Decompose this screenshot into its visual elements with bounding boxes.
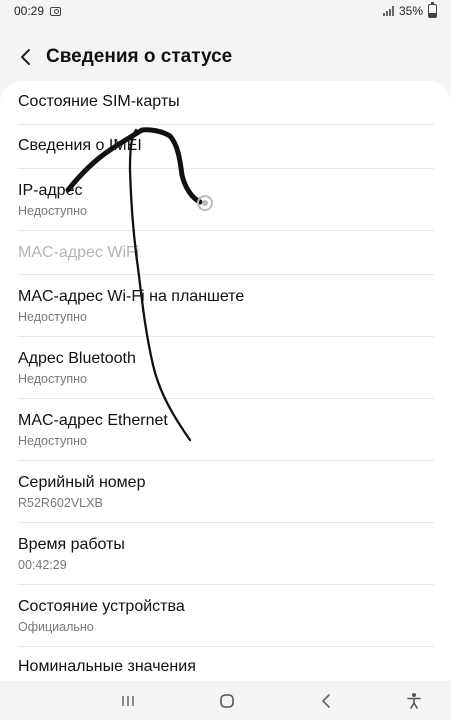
list-item-sim-status[interactable]: Состояние SIM-карты [18, 81, 434, 125]
list-item-title: Время работы [18, 536, 125, 553]
page-title: Сведения о статусе [46, 46, 233, 67]
list-item-title: Состояние SIM-карты [18, 93, 180, 110]
list-item-title: Серийный номер [18, 474, 146, 491]
list-item-tablet-wifi-mac: MAC-адрес Wi-Fi на планшете Недоступно [18, 275, 434, 337]
list-item-bluetooth-address: Адрес Bluetooth Недоступно [18, 337, 434, 399]
list-item-ethernet-mac: MAC-адрес Ethernet Недоступно [18, 399, 434, 461]
battery-icon [428, 2, 437, 18]
list-item-device-status[interactable]: Состояние устройства Официально [18, 585, 434, 647]
status-time: 00:29 [14, 4, 45, 18]
list-item-subtitle: Недоступно [18, 434, 87, 448]
list-item-ip-address: IP-адрес Недоступно [18, 169, 434, 231]
screenshot-icon [50, 6, 62, 16]
home-icon[interactable] [217, 691, 237, 711]
list-item-title: Номинальные значения [18, 658, 196, 675]
back-icon[interactable] [316, 691, 336, 711]
status-bar-left: 00:29 [14, 4, 62, 18]
navigation-bar [0, 683, 451, 720]
list-item-title: IP-адрес [18, 182, 83, 199]
list-item-subtitle: Официально [18, 620, 94, 634]
list-item-title: Сведения о IMEI [18, 137, 142, 154]
list-item-title: Адрес Bluetooth [18, 350, 136, 367]
list-item-imei[interactable]: Сведения о IMEI [18, 125, 434, 169]
accessibility-icon[interactable] [404, 691, 424, 711]
status-bar: 00:29 35% [0, 0, 451, 22]
list-item-subtitle: Недоступно [18, 204, 87, 218]
list-item-rated-values[interactable]: Номинальные значения [18, 647, 434, 681]
status-bar-right: 35% [382, 2, 437, 18]
list-item-title: MAC-адрес Ethernet [18, 412, 168, 429]
signal-icon [382, 6, 394, 16]
list-item-subtitle: Недоступно [18, 310, 87, 324]
chevron-left-icon[interactable] [14, 46, 36, 68]
list-item-title: MAC-адрес WiFi [18, 244, 140, 261]
settings-list: Состояние SIM-карты Сведения о IMEI IP-а… [0, 81, 451, 681]
header: Сведения о статусе [0, 38, 451, 76]
list-item-wifi-mac: MAC-адрес WiFi [18, 231, 434, 275]
list-item-subtitle: R52R602VLXB [18, 496, 103, 510]
list-item-subtitle: Недоступно [18, 372, 87, 386]
list-item-title: Состояние устройства [18, 598, 185, 615]
list-item-serial-number: Серийный номер R52R602VLXB [18, 461, 434, 523]
recents-icon[interactable] [118, 691, 138, 711]
battery-percent: 35% [398, 4, 423, 18]
list-item-title: MAC-адрес Wi-Fi на планшете [18, 288, 245, 305]
list-item-uptime: Время работы 00:42:29 [18, 523, 434, 585]
list-item-subtitle: 00:42:29 [18, 558, 67, 572]
